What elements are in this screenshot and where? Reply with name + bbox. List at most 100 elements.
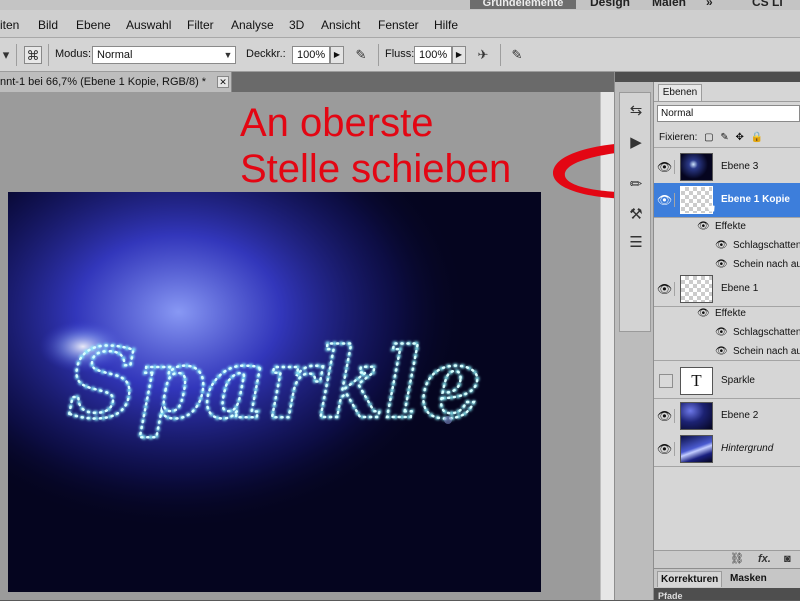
panel-dock: ⇆ ▶ ✏ ⚒ ☰ (614, 72, 655, 600)
visibility-eye-icon[interactable]: 👁 (657, 160, 675, 174)
more-workspaces-button[interactable]: » (706, 0, 713, 9)
document-tab-title: nnt-1 bei 66,7% (Ebene 1 Kopie, RGB/8) * (0, 76, 207, 88)
menu-item-iten[interactable]: iten (0, 18, 19, 32)
lock-all-icon[interactable]: 🔒 (751, 128, 763, 148)
lock-pixels-icon[interactable]: ✎ (720, 128, 728, 148)
clone-source-icon[interactable]: ⚒ (626, 205, 646, 225)
brush-presets-icon[interactable]: ✏ (626, 175, 646, 195)
effects-label: Effekte (715, 308, 746, 319)
menu-item-ansicht[interactable]: Ansicht (321, 18, 360, 32)
annotation-text: An oberste Stelle schieben (240, 100, 570, 192)
layer-thumbnail (680, 153, 713, 181)
layer-row-ebene-1[interactable]: 👁 Ebene 1 (654, 272, 800, 307)
opacity-label: Deckkr.: (246, 48, 286, 60)
hand-cursor-icon: ☚ (704, 201, 716, 216)
menu-item-ebene[interactable]: Ebene (76, 18, 111, 32)
tablet-pressure-size-icon[interactable]: ✎ (508, 46, 526, 64)
visibility-eye-icon[interactable]: 👁 (657, 193, 675, 207)
workspace-malen-button[interactable]: Malen (652, 0, 686, 9)
effect-name: Schlagschatten (733, 240, 800, 251)
layer-name: Hintergrund (721, 443, 774, 454)
options-bar: ▾ ⌘ Modus: Normal ▼ Deckkr.: 100% ▶ ✎ Fl… (0, 38, 800, 72)
layer-row-sparkle[interactable]: T Sparkle (654, 364, 800, 399)
actions-icon[interactable]: ▶ (626, 133, 646, 153)
layer-row-ebene-3[interactable]: 👁 Ebene 3 (654, 150, 800, 185)
visibility-toggle[interactable] (659, 374, 673, 388)
workspace-design-button[interactable]: Design (590, 0, 630, 9)
menu-item-bild[interactable]: Bild (38, 18, 58, 32)
lock-position-icon[interactable]: ✥ (736, 128, 744, 148)
document-tab[interactable]: nnt-1 bei 66,7% (Ebene 1 Kopie, RGB/8) *… (0, 72, 232, 92)
menu-item-fenster[interactable]: Fenster (378, 18, 419, 32)
layer-thumbnail (680, 275, 713, 303)
annotation-line-2: Stelle schieben (240, 147, 512, 191)
tablet-pressure-opacity-icon[interactable]: ✎ (352, 46, 370, 64)
tool-preset-arrow-icon[interactable]: ▾ (0, 46, 12, 64)
divider (48, 44, 49, 66)
menu-item-auswahl[interactable]: Auswahl (126, 18, 171, 32)
layer-row-ebene-1-kopie[interactable]: 👁 Ebene 1 Kopie ☚ (654, 183, 800, 218)
menu-item-hilfe[interactable]: Hilfe (434, 18, 458, 32)
effects-row[interactable]: 👁 Effekte (654, 217, 800, 236)
panel-tabs-lower: Korrekturen Masken (654, 568, 800, 588)
document-canvas[interactable]: Sparkle Sparkle (8, 192, 541, 592)
layer-name: Ebene 1 Kopie (721, 194, 790, 205)
layer-thumbnail (680, 435, 713, 463)
effect-name: Schein nach au (733, 346, 800, 357)
tab-masken[interactable]: Masken (727, 571, 770, 587)
history-icon[interactable]: ⇆ (626, 101, 646, 121)
divider (500, 44, 501, 66)
effect-row-outer-glow[interactable]: 👁 Schein nach au (654, 342, 800, 361)
menu-bar: Grundelemente Design Malen » CS Li iten … (0, 0, 800, 38)
opacity-slider-arrow-icon[interactable]: ▶ (330, 46, 344, 64)
lock-row: Fixieren: ▢ ✎ ✥ 🔒 (654, 128, 800, 148)
effects-label: Effekte (715, 221, 746, 232)
visibility-eye-icon[interactable]: 👁 (657, 442, 675, 456)
effect-name: Schlagschatten (733, 327, 800, 338)
panel-collapse-bar[interactable] (654, 72, 800, 82)
layer-row-hintergrund[interactable]: 👁 Hintergrund (654, 432, 800, 467)
sparkle-text: Sparkle (68, 327, 481, 440)
airbrush-icon[interactable]: ✈ (474, 46, 492, 64)
menu-item-filter[interactable]: Filter (187, 18, 214, 32)
layer-style-fx-button[interactable]: fx. (758, 551, 771, 568)
dock-collapse-bar[interactable] (615, 72, 655, 82)
layer-name: Ebene 2 (721, 410, 759, 421)
workspace-grundelemente-button[interactable]: Grundelemente (470, 0, 576, 9)
flow-slider-arrow-icon[interactable]: ▶ (452, 46, 466, 64)
menu-item-3d[interactable]: 3D (289, 18, 304, 32)
layer-name: Sparkle (721, 375, 755, 386)
layer-name: Ebene 3 (721, 161, 759, 172)
vertical-scrollbar[interactable] (600, 92, 614, 600)
menu-item-analyse[interactable]: Analyse (231, 18, 274, 32)
tab-ebenen[interactable]: Ebenen (658, 84, 702, 101)
mode-select[interactable]: Normal (92, 46, 236, 64)
visibility-eye-icon[interactable]: 👁 (657, 282, 675, 296)
lock-label: Fixieren: (659, 132, 698, 143)
effects-row[interactable]: 👁 Effekte (654, 304, 800, 323)
opacity-field[interactable]: 100% (292, 46, 330, 64)
visibility-eye-icon[interactable]: 👁 (657, 409, 675, 423)
cs-live-button[interactable]: CS Li (752, 0, 783, 9)
effect-eye-icon[interactable]: 👁 (715, 236, 728, 255)
effects-eye-icon[interactable]: 👁 (697, 217, 710, 236)
link-layers-icon[interactable]: ⛓ (730, 551, 744, 568)
effect-eye-icon[interactable]: 👁 (715, 323, 728, 342)
dock-icon-panel: ⇆ ▶ ✏ ⚒ ☰ (619, 92, 651, 332)
flow-field[interactable]: 100% (414, 46, 452, 64)
layer-row-ebene-2[interactable]: 👁 Ebene 2 (654, 399, 800, 434)
effect-row-drop-shadow[interactable]: 👁 Schlagschatten (654, 236, 800, 255)
lock-transparency-icon[interactable]: ▢ (704, 128, 713, 148)
tab-korrekturen[interactable]: Korrekturen (657, 571, 723, 587)
mode-label: Modus: (55, 48, 92, 60)
tool-presets-icon[interactable]: ☰ (626, 233, 646, 253)
effect-eye-icon[interactable]: 👁 (715, 342, 728, 360)
close-icon[interactable]: ✕ (217, 76, 229, 88)
add-mask-icon[interactable]: ◙ (784, 551, 791, 568)
text-layer-thumbnail: T (680, 367, 713, 395)
blend-mode-select[interactable]: Normal (657, 105, 800, 122)
effects-eye-icon[interactable]: 👁 (697, 304, 710, 323)
panel-tab-bottom: Pfade (654, 588, 800, 601)
effect-row-drop-shadow[interactable]: 👁 Schlagschatten (654, 323, 800, 342)
brush-panel-icon[interactable]: ⌘ (24, 46, 42, 64)
